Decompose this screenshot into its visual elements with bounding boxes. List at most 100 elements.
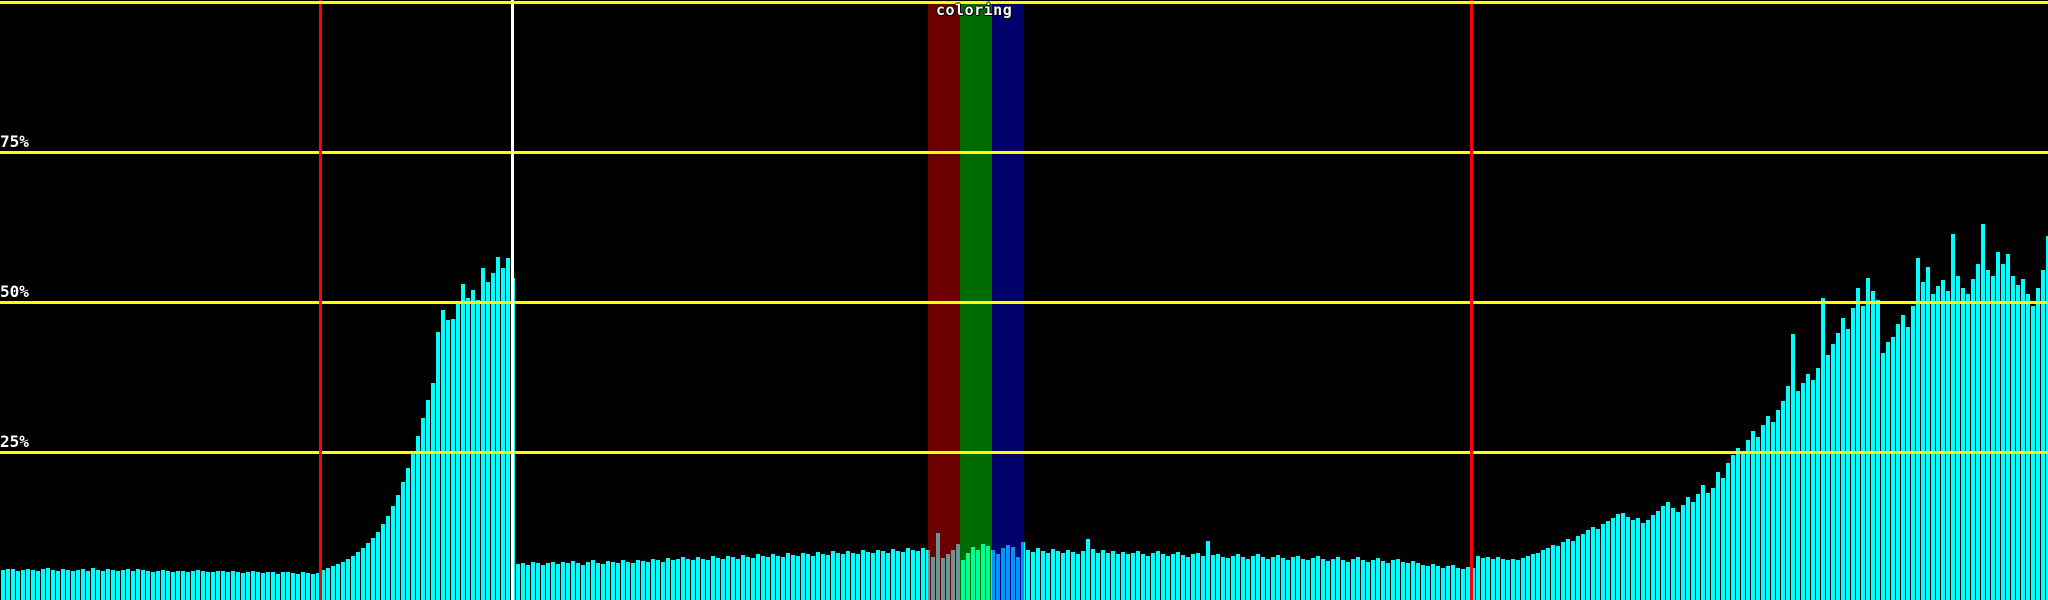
- histogram-bar: [1381, 561, 1385, 600]
- histogram-bar: [1936, 286, 1940, 600]
- histogram-bar: [136, 569, 140, 600]
- histogram-bar: [1956, 276, 1960, 600]
- histogram-bar: [851, 552, 855, 600]
- histogram-bar: [1801, 382, 1805, 600]
- histogram-bar: [1451, 564, 1455, 600]
- histogram-bar: [841, 554, 845, 600]
- histogram-bar: [1066, 550, 1070, 600]
- histogram-bar: [181, 570, 185, 600]
- histogram-bar: [1181, 555, 1185, 600]
- histogram-bar: [1676, 511, 1680, 600]
- histogram-bar: [351, 555, 355, 600]
- histogram-bar: [1106, 553, 1110, 600]
- histogram-bar: [461, 283, 465, 600]
- histogram-bar: [656, 560, 660, 600]
- histogram-bar: [446, 319, 450, 600]
- histogram-bar: [1691, 502, 1695, 600]
- histogram-bar: [91, 568, 95, 600]
- histogram-bar: [46, 568, 50, 600]
- histogram-bar: [471, 289, 475, 600]
- histogram-bar: [366, 543, 370, 600]
- histogram-bar: [1796, 391, 1800, 600]
- histogram-scope: 75% 50% 25% coloring: [0, 0, 2048, 600]
- histogram-bar: [1791, 334, 1795, 600]
- histogram-bar: [1986, 270, 1990, 600]
- histogram-bar: [1596, 529, 1600, 600]
- histogram-bar: [896, 550, 900, 600]
- histogram-bar: [1696, 494, 1700, 600]
- histogram-bar: [706, 559, 710, 600]
- histogram-bar: [736, 558, 740, 600]
- histogram-bar: [1916, 258, 1920, 600]
- histogram-bar: [1991, 276, 1995, 600]
- histogram-bar: [2001, 264, 2005, 600]
- histogram-bar: [1941, 280, 1945, 600]
- histogram-bar: [1446, 566, 1450, 600]
- histogram-bar: [1491, 558, 1495, 600]
- histogram-bar: [1071, 552, 1075, 600]
- histogram-bar: [1551, 544, 1555, 600]
- histogram-bar: [516, 564, 520, 600]
- histogram-bar: [61, 568, 65, 600]
- histogram-bar: [1821, 298, 1825, 600]
- histogram-bar: [806, 554, 810, 600]
- histogram-bar: [541, 565, 545, 600]
- histogram-bar: [1951, 234, 1955, 600]
- histogram-bar: [551, 561, 555, 600]
- histogram-bar: [1291, 557, 1295, 600]
- histogram-bar: [1456, 567, 1460, 600]
- histogram-bar: [1111, 551, 1115, 600]
- white-marker: [511, 0, 514, 600]
- histogram-bar: [1996, 252, 2000, 600]
- histogram-bar: [526, 564, 530, 600]
- histogram-bar: [546, 562, 550, 600]
- histogram-bar: [1346, 561, 1350, 600]
- histogram-bar: [1211, 555, 1215, 600]
- histogram-bar: [1581, 534, 1585, 600]
- histogram-bar: [1361, 560, 1365, 600]
- histogram-bar: [1716, 471, 1720, 600]
- histogram-bar: [1826, 354, 1830, 600]
- histogram-bar: [2016, 285, 2020, 600]
- histogram-bar: [1141, 553, 1145, 600]
- histogram-bar: [626, 561, 630, 600]
- histogram-bar: [631, 562, 635, 600]
- histogram-bar: [1261, 557, 1265, 600]
- histogram-bar: [266, 571, 270, 600]
- histogram-bar: [1271, 556, 1275, 600]
- histogram-bar: [576, 562, 580, 600]
- histogram-bar: [476, 300, 480, 600]
- histogram-bar: [1626, 516, 1630, 600]
- histogram-bar: [586, 561, 590, 600]
- histogram-bar: [386, 516, 390, 600]
- histogram-bar: [726, 555, 730, 600]
- histogram-bar: [451, 318, 455, 600]
- histogram-bar: [1411, 561, 1415, 600]
- histogram-bar: [236, 571, 240, 600]
- histogram-bar: [1436, 566, 1440, 600]
- histogram-bar: [771, 553, 775, 600]
- histogram-bar: [1026, 549, 1030, 600]
- histogram-bar: [891, 549, 895, 600]
- histogram-bar: [486, 282, 490, 600]
- histogram-bar: [1136, 550, 1140, 600]
- histogram-bar: [426, 400, 430, 600]
- histogram-bar: [1351, 559, 1355, 600]
- histogram-bar: [1196, 552, 1200, 600]
- histogram-bar: [51, 570, 55, 600]
- histogram-bar: [401, 482, 405, 600]
- histogram-bar: [686, 559, 690, 600]
- histogram-bar: [1601, 524, 1605, 600]
- histogram-bar: [1746, 440, 1750, 600]
- ytick-75-label: 75%: [0, 132, 29, 151]
- histogram-bar: [1726, 462, 1730, 600]
- histogram-bar: [1661, 506, 1665, 600]
- histogram-bar: [1421, 564, 1425, 600]
- histogram-bar: [616, 563, 620, 600]
- histogram-bar: [796, 556, 800, 600]
- histogram-bar: [676, 558, 680, 600]
- histogram-bar: [1621, 513, 1625, 600]
- histogram-bar: [1781, 400, 1785, 600]
- histogram-bar: [721, 559, 725, 600]
- histogram-bar: [1701, 484, 1705, 600]
